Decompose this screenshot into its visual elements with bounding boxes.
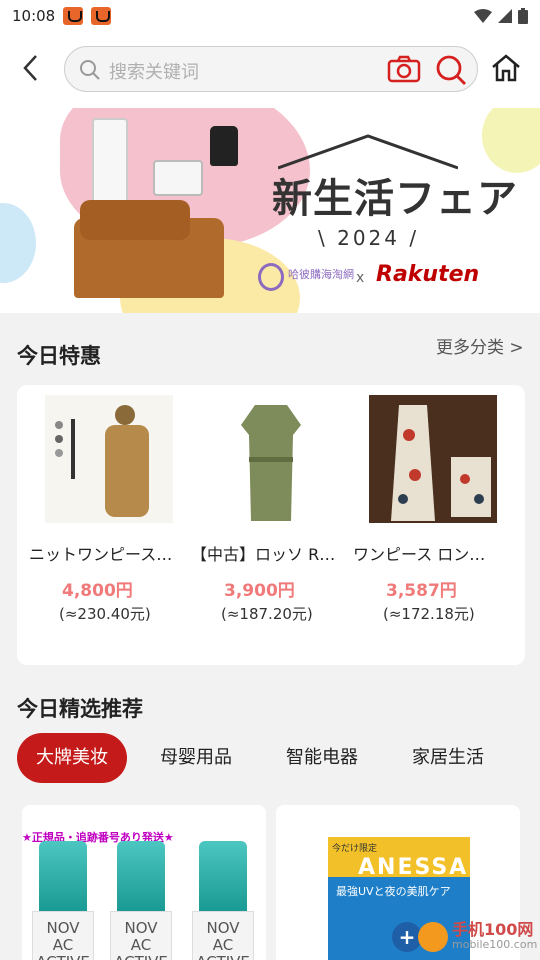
- tab-beauty[interactable]: 大牌美妆: [17, 733, 127, 783]
- recommend-card[interactable]: ★正規品・追跡番号あり発送★ NOV AC ACTIVE NOV AC ACTI…: [22, 805, 266, 960]
- partner-separator: x: [356, 270, 365, 286]
- status-bar: 10:08: [0, 0, 540, 32]
- search-placeholder: 搜索关键词: [109, 62, 199, 83]
- product-image: [207, 395, 335, 523]
- tab-baby[interactable]: 母婴用品: [160, 733, 232, 783]
- product-price: 3,900円: [224, 581, 295, 601]
- tab-appliances[interactable]: 智能电器: [286, 733, 358, 783]
- notification-icon: [91, 7, 112, 25]
- search-icon: [80, 60, 100, 80]
- promo-banner[interactable]: 新生活フェア \ 2024 / 哈彼購海淘網 x Rakuten: [0, 108, 540, 313]
- microwave-image: [153, 160, 203, 196]
- product-tagline: 最強UVと夜の美肌ケア: [336, 885, 451, 898]
- product-price: 3,587円: [386, 581, 457, 601]
- kettle-image: [210, 126, 238, 166]
- decor-blob: [0, 203, 36, 283]
- product-brand: ANESSA: [358, 855, 469, 880]
- more-categories-link[interactable]: 更多分类 >: [436, 333, 524, 358]
- category-tabs: 大牌美妆 母婴用品 智能电器 家居生活: [17, 733, 527, 783]
- watermark-circle-icon: [418, 922, 448, 952]
- partner-logo-icon: [258, 263, 284, 291]
- product-image: [369, 395, 497, 523]
- product-bottle: NOV AC ACTIVE: [110, 841, 172, 960]
- storage-cart-image: [92, 118, 128, 213]
- product-name: 【中古】ロッソ R…: [191, 545, 336, 564]
- product-image: [45, 395, 173, 523]
- battery-icon: [518, 8, 528, 24]
- deals-card: ニットワンピース… 4,800円 (≈230.40元) 【中古】ロッソ R… 3…: [17, 385, 525, 665]
- status-time: 10:08: [12, 7, 56, 25]
- banner-title: 新生活フェア: [272, 176, 518, 222]
- product-name: ニットワンピース…: [29, 545, 173, 564]
- wifi-icon: [474, 9, 492, 23]
- watermark: + 手机100网 mobile100.com: [392, 922, 537, 952]
- product-card[interactable]: ワンピース ロン… 3,587円 (≈172.18元): [353, 395, 513, 624]
- product-price-converted: (≈230.40元): [59, 605, 151, 623]
- sofa-image: [74, 200, 224, 298]
- search-button-icon[interactable]: [435, 54, 467, 86]
- product-card[interactable]: 【中古】ロッソ R… 3,900円 (≈187.20元): [191, 395, 351, 624]
- product-bottle: NOV AC ACTIVE: [32, 841, 94, 960]
- product-name: ワンピース ロン…: [353, 545, 486, 564]
- top-bar: 搜索关键词: [0, 32, 540, 108]
- banner-year: \ 2024 /: [318, 226, 420, 250]
- product-price-converted: (≈187.20元): [221, 605, 313, 623]
- recommend-title: 今日精选推荐: [17, 697, 143, 721]
- signal-icon: [498, 9, 512, 23]
- search-bar[interactable]: 搜索关键词: [64, 46, 478, 92]
- partner-name: 哈彼購海淘網: [288, 268, 354, 281]
- bottle-label: NOV AC ACTIVE: [192, 911, 254, 960]
- notification-icon: [63, 7, 84, 25]
- deals-title: 今日特惠: [17, 344, 101, 368]
- decor-blob: [482, 108, 540, 173]
- product-price: 4,800円: [62, 581, 133, 601]
- product-price-converted: (≈172.18元): [383, 605, 475, 623]
- product-bottle: NOV AC ACTIVE: [192, 841, 254, 960]
- bottle-label: NOV AC ACTIVE: [110, 911, 172, 960]
- camera-icon[interactable]: [387, 55, 421, 83]
- product-card[interactable]: ニットワンピース… 4,800円 (≈230.40元): [29, 395, 189, 624]
- product-tag: 今だけ限定: [332, 844, 378, 854]
- tab-home-living[interactable]: 家居生活: [412, 733, 484, 783]
- back-arrow-icon[interactable]: [16, 52, 48, 84]
- home-icon[interactable]: [490, 52, 522, 84]
- watermark-url: mobile100.com: [452, 938, 538, 951]
- rakuten-logo: Rakuten: [376, 262, 480, 287]
- bottle-label: NOV AC ACTIVE: [32, 911, 94, 960]
